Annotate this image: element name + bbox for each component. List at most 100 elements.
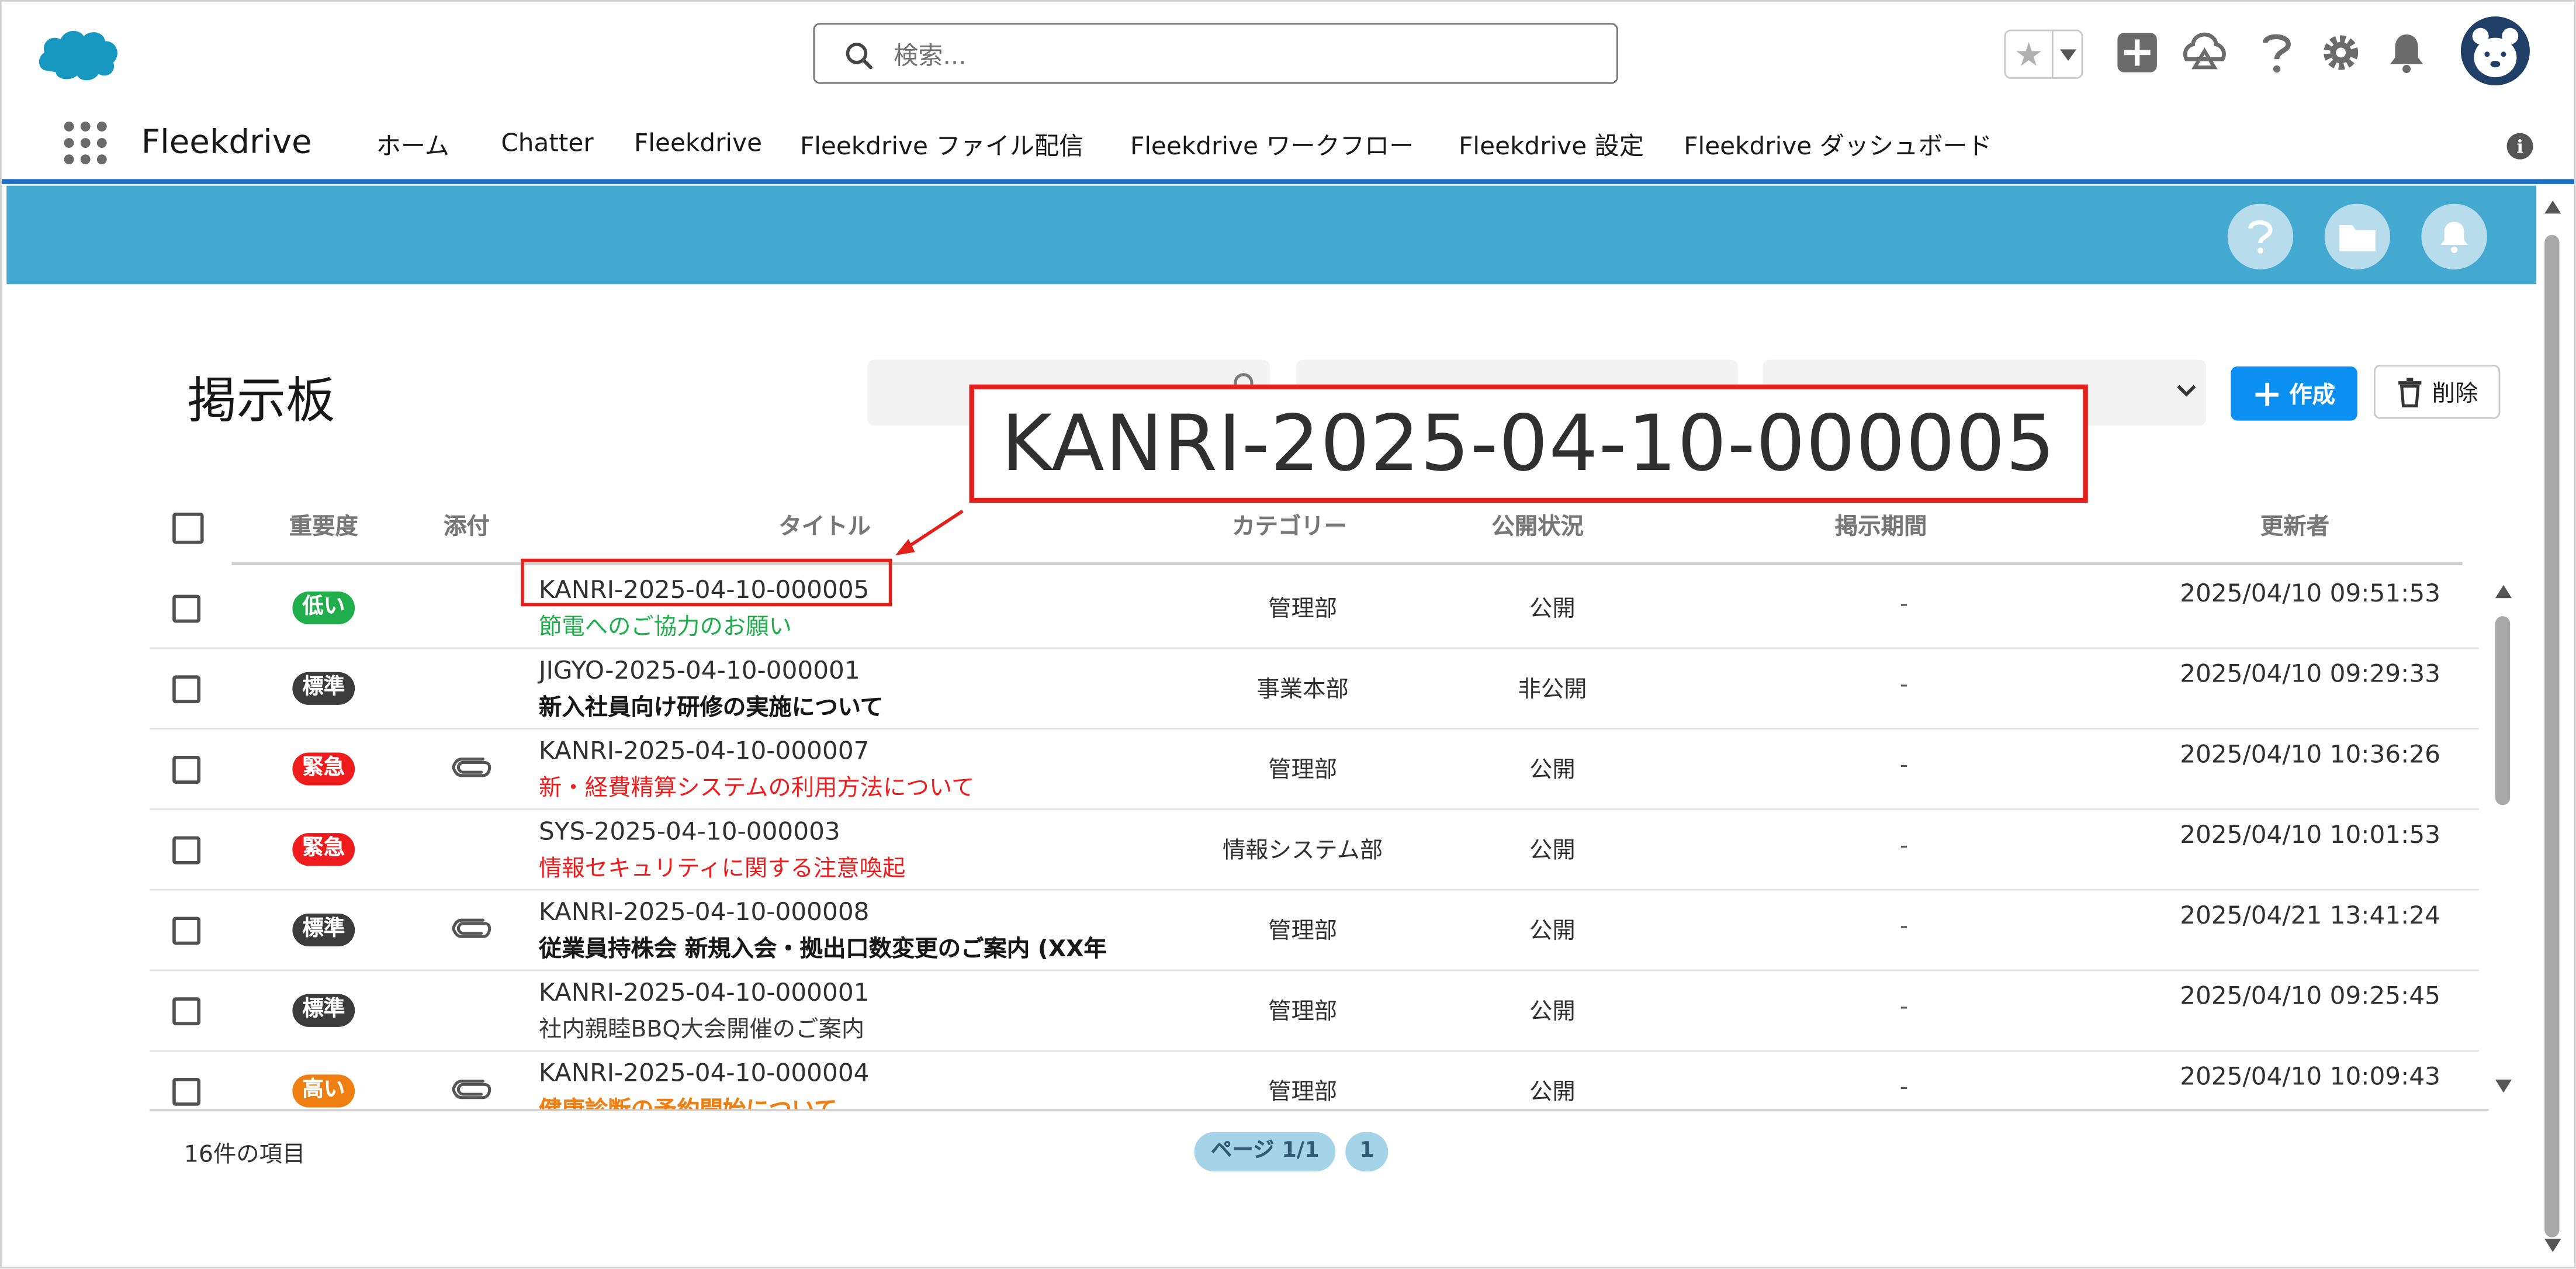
- record-title[interactable]: 情報セキュリティに関する注意喚起: [539, 851, 905, 884]
- avatar[interactable]: [2460, 16, 2530, 86]
- priority-badge: 高い: [292, 1074, 355, 1108]
- record-id[interactable]: KANRI-2025-04-10-000008: [539, 897, 869, 927]
- priority-badge: 緊急: [292, 752, 355, 786]
- scroll-up-icon[interactable]: [2494, 583, 2513, 600]
- bell-icon[interactable]: [2421, 203, 2487, 270]
- record-period: -: [1899, 672, 1909, 699]
- scroll-down-icon[interactable]: [2543, 1237, 2563, 1254]
- table-row[interactable]: 緊急 KANRI-2025-04-10-000007 新・経費精算システムの利用…: [149, 729, 2479, 810]
- nav-item-settings[interactable]: Fleekdrive 設定: [1459, 128, 1644, 162]
- nav-item-chatter[interactable]: Chatter: [501, 128, 593, 158]
- paperclip-icon[interactable]: [450, 752, 493, 782]
- trailhead-icon[interactable]: [2182, 30, 2228, 76]
- create-button[interactable]: 作成: [2231, 366, 2357, 421]
- record-status: 公開: [1529, 757, 1576, 784]
- column-header-period[interactable]: 掲示期間: [1835, 509, 1927, 542]
- callout-text: KANRI-2025-04-10-000005: [1001, 398, 2056, 489]
- help-icon[interactable]: [2254, 30, 2300, 76]
- table-row[interactable]: 標準 JIGYO-2025-04-10-000001 新入社員向け研修の実施につ…: [149, 649, 2479, 730]
- nav-item-fleekdrive[interactable]: Fleekdrive: [634, 128, 762, 158]
- record-id[interactable]: KANRI-2025-04-10-000007: [539, 736, 869, 766]
- bell-icon[interactable]: [2384, 30, 2430, 76]
- page-title: 掲示板: [187, 373, 335, 431]
- record-title[interactable]: 新・経費精算システムの利用方法について: [539, 770, 974, 803]
- row-checkbox[interactable]: [172, 594, 200, 623]
- chevron-down-icon[interactable]: [2054, 31, 2082, 77]
- row-checkbox[interactable]: [172, 997, 200, 1026]
- global-search[interactable]: [813, 23, 1618, 84]
- select-all-checkbox[interactable]: [172, 513, 204, 544]
- record-id[interactable]: JIGYO-2025-04-10-000001: [539, 656, 860, 686]
- table-row[interactable]: 標準 KANRI-2025-04-10-000008 従業員持株会 新規入会・拠…: [149, 891, 2479, 971]
- create-button-label: 作成: [2289, 382, 2335, 409]
- delete-button[interactable]: 削除: [2373, 365, 2501, 419]
- record-title[interactable]: 従業員持株会 新規入会・拠出口数変更のご案内 (XX年: [539, 932, 1107, 964]
- page-indicator: ページ 1/1: [1194, 1132, 1336, 1172]
- search-input[interactable]: [890, 34, 1587, 78]
- column-header-updated[interactable]: 更新者: [2260, 509, 2329, 542]
- paperclip-icon[interactable]: [450, 914, 493, 943]
- record-status: 公開: [1529, 838, 1576, 865]
- app-launcher-icon[interactable]: [63, 120, 109, 166]
- favorites-button-group[interactable]: ★: [2004, 29, 2083, 79]
- info-icon[interactable]: i: [2506, 133, 2533, 160]
- record-title[interactable]: 節電へのご協力のお願い: [539, 610, 792, 642]
- folder-icon[interactable]: [2324, 203, 2391, 270]
- table-row[interactable]: 標準 KANRI-2025-04-10-000001 社内親睦BBQ大会開催のご…: [149, 971, 2479, 1052]
- priority-badge: 低い: [292, 591, 355, 625]
- record-updated: 2025/04/10 09:51:53: [2180, 578, 2441, 608]
- help-icon[interactable]: [2227, 203, 2294, 270]
- row-checkbox[interactable]: [172, 917, 200, 945]
- record-category: 管理部: [1268, 999, 1338, 1026]
- scroll-up-icon[interactable]: [2543, 199, 2563, 215]
- record-id[interactable]: KANRI-2025-04-10-000004: [539, 1058, 869, 1088]
- column-header-category[interactable]: カテゴリー: [1232, 509, 1347, 542]
- nav-item-file-delivery[interactable]: Fleekdrive ファイル配信: [800, 128, 1083, 162]
- record-status: 公開: [1529, 596, 1576, 623]
- fleekdrive-banner: [6, 185, 2537, 285]
- record-id[interactable]: SYS-2025-04-10-000003: [539, 817, 840, 846]
- record-category: 管理部: [1268, 918, 1338, 945]
- record-category: 事業本部: [1256, 677, 1349, 704]
- record-title[interactable]: 健康診断の予約開始について: [539, 1092, 837, 1111]
- record-category: 管理部: [1268, 1079, 1338, 1106]
- table-scrollbar-thumb[interactable]: [2495, 616, 2511, 805]
- record-title[interactable]: 新入社員向け研修の実施について: [539, 690, 883, 723]
- nav-item-workflow[interactable]: Fleekdrive ワークフロー: [1130, 128, 1414, 162]
- gear-icon[interactable]: [2318, 30, 2364, 76]
- record-id[interactable]: KANRI-2025-04-10-000001: [539, 978, 869, 1008]
- column-header-status[interactable]: 公開状況: [1491, 509, 1583, 542]
- search-icon: [846, 43, 872, 70]
- row-checkbox[interactable]: [172, 675, 200, 704]
- page-button[interactable]: 1: [1345, 1132, 1389, 1172]
- column-header-attachment[interactable]: 添付: [444, 509, 490, 542]
- item-count: 16件の項目: [183, 1142, 306, 1168]
- table-row[interactable]: 低い KANRI-2025-04-10-000005 節電へのご協力のお願い 管…: [149, 569, 2479, 649]
- priority-badge: 緊急: [292, 833, 355, 866]
- record-status: 公開: [1529, 1079, 1576, 1106]
- priority-badge: 標準: [292, 913, 355, 947]
- star-icon[interactable]: ★: [2006, 31, 2054, 78]
- nav-item-dashboard[interactable]: Fleekdrive ダッシュボード: [1684, 128, 1992, 162]
- plus-icon[interactable]: [2114, 30, 2160, 76]
- record-updated: 2025/04/10 10:01:53: [2180, 820, 2441, 850]
- nav-item-home[interactable]: ホーム: [376, 128, 449, 162]
- record-period: -: [1899, 591, 1909, 618]
- table-row[interactable]: 緊急 SYS-2025-04-10-000003 情報セキュリティに関する注意喚…: [149, 810, 2479, 891]
- table-body: 低い KANRI-2025-04-10-000005 節電へのご協力のお願い 管…: [2, 565, 2574, 1111]
- record-title[interactable]: 社内親睦BBQ大会開催のご案内: [539, 1012, 864, 1045]
- table-row[interactable]: 高い KANRI-2025-04-10-000004 健康診断の予約開始について…: [150, 1052, 2479, 1111]
- table-scrollbar[interactable]: [2492, 580, 2515, 1102]
- screen: ★ Fleekdrive ホーム Chatter F: [0, 0, 2576, 1269]
- scroll-down-icon[interactable]: [2494, 1078, 2513, 1094]
- column-header-priority[interactable]: 重要度: [289, 509, 358, 542]
- row-checkbox[interactable]: [172, 1078, 200, 1106]
- record-period: -: [1899, 913, 1909, 940]
- column-header-title[interactable]: タイトル: [778, 509, 870, 542]
- row-checkbox[interactable]: [172, 756, 200, 784]
- record-updated: 2025/04/10 09:25:45: [2180, 981, 2441, 1011]
- row-checkbox[interactable]: [172, 836, 200, 865]
- paperclip-icon[interactable]: [450, 1074, 493, 1104]
- salesforce-cloud-logo[interactable]: [34, 22, 123, 84]
- record-category: 管理部: [1268, 596, 1338, 623]
